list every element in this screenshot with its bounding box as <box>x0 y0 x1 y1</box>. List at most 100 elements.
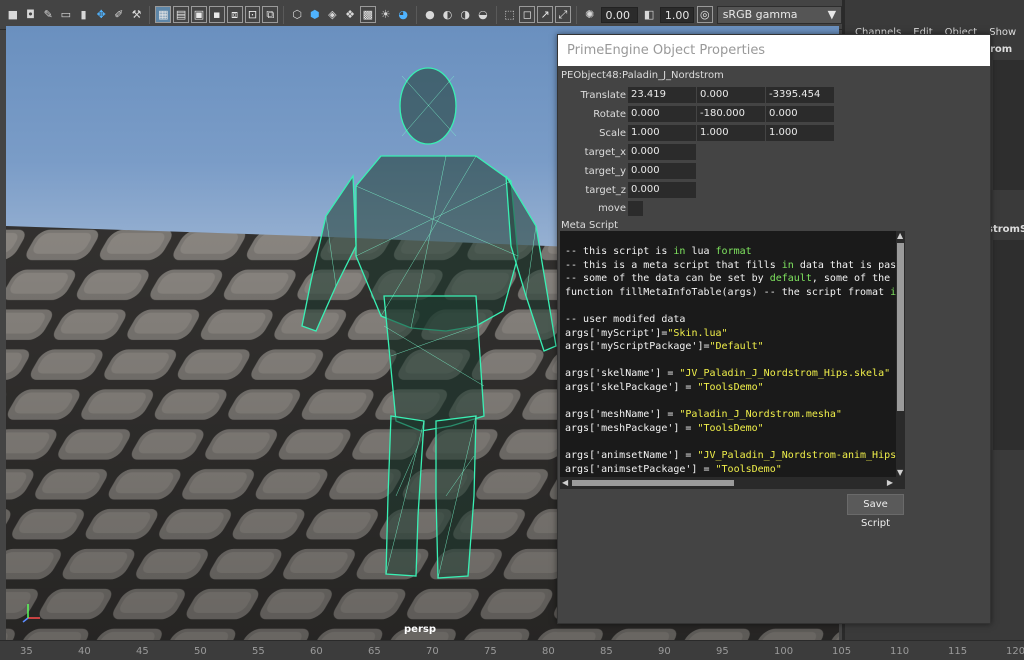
ruler-tick-label: 120 <box>1006 646 1024 657</box>
save-script-button[interactable]: Save Script <box>847 494 904 529</box>
script-line: args['animsetPackage'] = "ToolsDemo" <box>565 463 896 477</box>
color-space-select[interactable]: sRGB gamma ▼ <box>716 5 843 24</box>
target-z-field[interactable]: 0.000 <box>628 182 696 198</box>
ruler-tick-label: 90 <box>658 646 671 657</box>
script-token: "ToolsDemo" <box>697 422 764 434</box>
gamma-field[interactable]: 1.00 <box>659 6 694 23</box>
script-token: args['animsetName'] = <box>565 449 698 461</box>
panel-object-name: rom <box>990 44 1013 55</box>
script-line <box>565 354 896 368</box>
target-y-label: target_y <box>584 165 626 177</box>
script-line <box>565 395 896 409</box>
script-token: default <box>769 273 812 285</box>
script-token: "Paladin_J_Nordstrom.mesha" <box>679 409 842 421</box>
xray-joints-icon[interactable]: ↗ <box>537 6 554 23</box>
tools-icon[interactable]: ⚒ <box>129 6 145 23</box>
script-token: , some of the <box>811 273 891 285</box>
move-checkbox[interactable] <box>628 200 643 216</box>
scroll-left-icon[interactable]: ◀ <box>562 478 568 487</box>
panel-node-name: stromS <box>987 224 1024 235</box>
textured-icon[interactable]: ❖ <box>342 6 358 23</box>
script-token: -- some of the data can be set by <box>565 273 770 285</box>
ruler-tick-label: 45 <box>136 646 149 657</box>
target-x-field[interactable]: 0.000 <box>628 144 696 160</box>
wireframe-icon[interactable]: ⬡ <box>289 6 305 23</box>
scroll-up-icon[interactable]: ▲ <box>897 231 903 240</box>
translate-x-field[interactable]: 23.419 <box>628 87 696 103</box>
xray-icon[interactable]: ◻ <box>519 6 536 23</box>
meta-script-label: Meta Script <box>561 220 619 231</box>
target-x-label: target_x <box>584 146 626 158</box>
ruler-tick-label: 65 <box>368 646 381 657</box>
object-properties-dialog: PrimeEngine Object Properties PEObject48… <box>557 34 991 624</box>
gamma-icon[interactable]: ◧ <box>641 6 657 23</box>
use-all-lights-icon[interactable]: ▩ <box>359 6 376 23</box>
field-chart-icon[interactable]: ⧈ <box>226 6 243 23</box>
safe-title-icon[interactable]: ⧉ <box>262 6 279 23</box>
rotate-y-field[interactable]: -180.000 <box>697 106 765 122</box>
color-management-icon[interactable]: ◎ <box>696 6 713 23</box>
ruler-tick-label: 95 <box>716 646 729 657</box>
scale-x-field[interactable]: 1.000 <box>628 125 696 141</box>
script-text[interactable]: -- this script is in lua format -- this i… <box>565 245 896 476</box>
wireframe-on-shaded-icon[interactable]: ◈ <box>325 6 341 23</box>
script-horizontal-scrollbar[interactable]: ◀ ▶ <box>560 477 905 489</box>
rotate-row: Rotate 0.000 -180.000 0.000 <box>558 106 834 122</box>
ruler-tick-label: 55 <box>252 646 265 657</box>
rotate-x-field[interactable]: 0.000 <box>628 106 696 122</box>
script-line <box>565 299 896 313</box>
pan-zoom-icon[interactable]: ✥ <box>93 6 109 23</box>
exposure-field[interactable]: 0.00 <box>600 6 639 23</box>
camera-icon[interactable]: ■ <box>5 6 21 23</box>
camera-attributes-icon[interactable]: ◘ <box>23 6 39 23</box>
target-z-row: target_z 0.000 <box>558 182 696 198</box>
script-token: "Skin.lua" <box>667 327 728 339</box>
ambient-occlusion-icon[interactable]: ● <box>422 6 438 23</box>
scroll-right-icon[interactable]: ▶ <box>887 478 893 487</box>
script-token: in <box>673 246 686 257</box>
script-token: "JV_Paladin_J_Nordstrom_Hips.skela" <box>679 368 891 380</box>
bookmark-icon[interactable]: ✎ <box>40 6 56 23</box>
script-vertical-scrollbar[interactable]: ▲ ▼ <box>896 231 905 477</box>
object-name: PEObject48:Paladin_J_Nordstrom <box>561 70 724 81</box>
horizontal-scroll-thumb[interactable] <box>572 480 734 486</box>
meta-script-editor[interactable]: -- this script is in lua format -- this i… <box>560 231 905 489</box>
ruler-tick-label: 50 <box>194 646 207 657</box>
target-y-field[interactable]: 0.000 <box>628 163 696 179</box>
xray-active-icon[interactable]: ⤢ <box>555 6 571 23</box>
smooth-shade-icon[interactable]: ⬢ <box>307 6 323 23</box>
gate-mask-icon[interactable]: ▪ <box>208 6 225 23</box>
scale-z-field[interactable]: 1.000 <box>766 125 834 141</box>
time-slider-ruler[interactable]: 35 40 45 50 55 60 65 70 75 80 85 90 95 100 105 110 115 12… <box>0 640 1024 660</box>
bookmark-flag-icon[interactable]: ▮ <box>76 6 92 23</box>
translate-y-field[interactable]: 0.000 <box>697 87 765 103</box>
scale-y-field[interactable]: 1.000 <box>697 125 765 141</box>
ruler-tick-label: 60 <box>310 646 323 657</box>
translate-row: Translate 23.419 0.000 -3395.454 <box>558 87 834 103</box>
menu-show[interactable]: Show <box>989 27 1016 38</box>
resolution-gate-icon[interactable]: ▣ <box>191 6 207 23</box>
script-line: -- this script is in lua format <box>565 245 896 259</box>
light-bulb-icon[interactable]: ☀ <box>378 6 394 23</box>
isolate-select-icon[interactable]: ⬚ <box>502 6 518 23</box>
translate-z-field[interactable]: -3395.454 <box>766 87 834 103</box>
scroll-down-icon[interactable]: ▼ <box>897 468 903 477</box>
vertical-scroll-thumb[interactable] <box>897 243 904 411</box>
film-gate-icon[interactable]: ▤ <box>173 6 190 23</box>
ruler-tick-label: 105 <box>832 646 852 657</box>
image-plane-icon[interactable]: ▭ <box>58 6 74 23</box>
target-z-label: target_z <box>585 184 626 196</box>
grid-icon[interactable]: ▦ <box>155 6 172 23</box>
rotate-z-field[interactable]: 0.000 <box>766 106 834 122</box>
anti-aliasing-icon[interactable]: ◑ <box>457 6 473 23</box>
depth-of-field-icon[interactable]: ◒ <box>475 6 491 23</box>
ruler-tick-label: 80 <box>542 646 555 657</box>
script-token: "Default" <box>709 341 764 353</box>
grease-pencil-icon[interactable]: ✐ <box>111 6 127 23</box>
exposure-icon[interactable]: ✺ <box>582 6 598 23</box>
ruler-tick-label: 40 <box>78 646 91 657</box>
safe-action-icon[interactable]: ⊡ <box>244 6 261 23</box>
shadows-icon[interactable]: ◕ <box>395 6 411 23</box>
motion-blur-icon[interactable]: ◐ <box>440 6 456 23</box>
script-token: args['myScript']= <box>565 327 668 339</box>
